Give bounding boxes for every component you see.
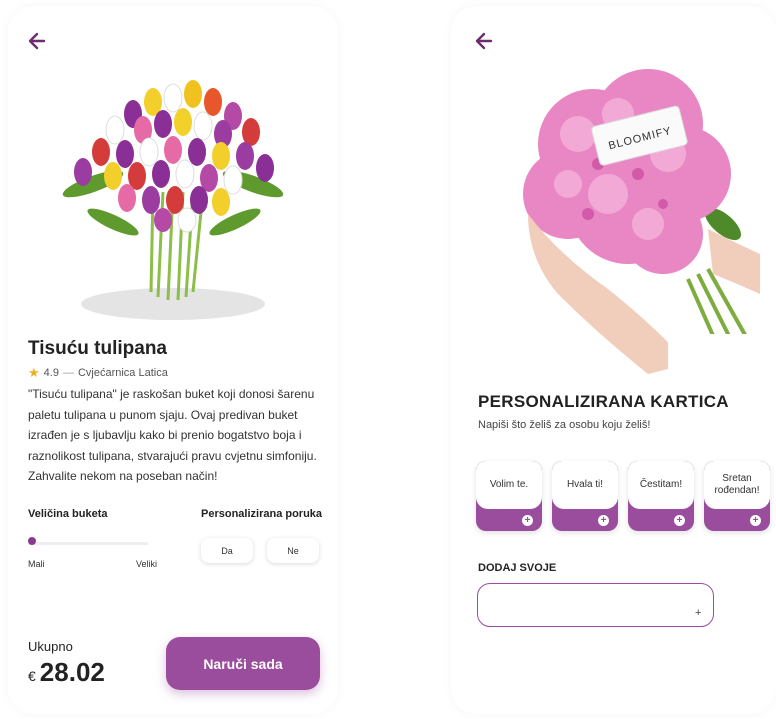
rating-value: 4.9 [43,367,59,379]
plus-icon[interactable]: + [674,515,685,526]
total-amount: 28.02 [39,657,105,687]
rating-separator: — [62,367,74,379]
size-slider-track[interactable] [28,542,148,545]
shop-name[interactable]: Cvjećarnica Latica [78,367,168,379]
personalized-card-title: PERSONALIZIRANA KARTICA [478,392,729,411]
message-option-4[interactable]: Sretan rođendan! + [704,461,770,531]
message-option-3[interactable]: Čestitam! + [628,461,694,531]
size-slider-thumb[interactable] [28,537,36,545]
total-label: Ukupno [28,639,73,654]
message-label: Personalizirana poruka [201,508,323,520]
message-no-button[interactable]: Ne [267,538,319,563]
order-now-button[interactable]: Naruči sada [166,637,320,690]
product-title: Tisuću tulipana [28,338,168,359]
personalized-card-subtitle: Napiši što želiš za osobu koju želiš! [478,419,651,431]
message-option-label: Hvala ti! [552,461,618,509]
message-option-label: Volim te. [476,461,542,509]
message-option-label: Sretan rođendan! [704,461,770,509]
personalized-card-screen: BLOOMIFY PERSONALIZIRANA KARTICA Napiši … [451,6,776,714]
rating-row: ★ 4.9 — Cvjećarnica Latica [28,365,168,381]
message-yes-button[interactable]: Da [201,538,253,563]
product-description: "Tisuću tulipana" je raskošan buket koji… [28,387,317,484]
add-own-message-input[interactable] [477,583,714,627]
plus-icon[interactable]: + [598,515,609,526]
size-min-label: Mali [28,559,45,569]
plus-icon[interactable]: + [522,515,533,526]
arrow-left-icon[interactable] [26,30,48,52]
add-own-label: DODAJ SVOJE [478,562,557,574]
total-price: € 28.02 [28,657,105,688]
product-detail-screen: Tisuću tulipana ★ 4.9 — Cvjećarnica Lati… [8,6,338,714]
currency-symbol: € [28,668,36,684]
star-icon: ★ [28,365,40,380]
message-option-2[interactable]: Hvala ti! + [552,461,618,531]
size-label: Veličina buketa [28,508,108,520]
plus-icon[interactable]: + [750,515,761,526]
size-max-label: Veliki [136,559,158,569]
arrow-left-icon[interactable] [473,30,495,52]
message-option-label: Čestitam! [628,461,694,509]
product-image [53,72,293,342]
message-option-1[interactable]: Volim te. + [476,461,542,531]
bouquet-photo: BLOOMIFY [498,44,761,374]
plus-icon[interactable]: + [695,607,701,619]
